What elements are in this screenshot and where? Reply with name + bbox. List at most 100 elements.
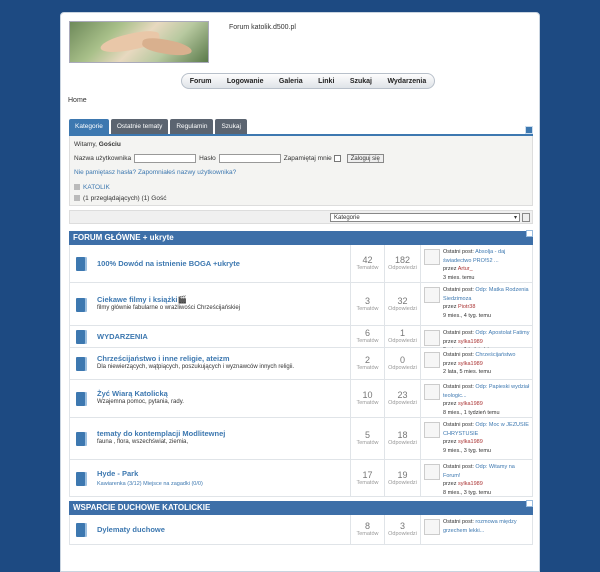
site-title: Forum katolik.d500.pl (229, 24, 296, 31)
avatar[interactable] (424, 330, 440, 346)
avatar[interactable] (424, 519, 440, 535)
last-post-author-line: przez sylka1989 (443, 360, 533, 369)
last-post-user[interactable]: Artur_ (458, 266, 473, 272)
avatar[interactable] (424, 384, 440, 400)
last-post-label: Ostatni post: (443, 287, 476, 293)
posts-count: 3 Odpowiedzi (384, 515, 420, 544)
remember-label: Zapamiętaj mnie (283, 155, 332, 162)
forum-title[interactable]: Żyć Wiarą Katolicką (97, 389, 168, 398)
page: Forum katolik.d500.pl Forum Logowanie Ga… (60, 12, 540, 572)
topics-count: 6 Tematów (350, 326, 384, 347)
category-go-button[interactable] (522, 213, 530, 222)
breadcrumb[interactable]: Home (68, 97, 87, 104)
topics-label: Tematów (356, 305, 379, 312)
avatar[interactable] (424, 464, 440, 480)
posts-label: Odpowiedzi (388, 265, 417, 271)
posts-label: Odpowiedzi (388, 305, 417, 312)
last-post-user[interactable]: sylka1989 (458, 361, 483, 367)
avatar[interactable] (424, 249, 440, 265)
tab-kategorie[interactable]: Kategorie (69, 119, 109, 135)
topics-label: Tematów (356, 440, 379, 446)
remember-checkbox[interactable] (333, 155, 341, 162)
tab-szukaj[interactable]: Szukaj (215, 119, 247, 135)
avatar[interactable] (424, 422, 440, 438)
forum-row: Żyć Wiarą Katolicką Wzajemna pomoc, pytan… (69, 380, 533, 418)
last-post-time: 9 mies., 3 tyg. temu (443, 447, 491, 454)
forum-title[interactable]: Hyde - Park (97, 469, 138, 478)
section-header[interactable]: WSPARCIE DUCHOWE KATOLICKIE (69, 500, 533, 515)
last-post-link[interactable]: Chrześcijaństwo (475, 352, 515, 358)
by-label: przez (443, 401, 458, 407)
tab-bar: Kategorie Ostatnie tematy Regulamin Szuk… (69, 119, 249, 135)
last-post-author-line: przez sylka1989 (443, 400, 533, 409)
last-post-label: Ostatni post: (443, 249, 476, 255)
category-link[interactable]: KATOLIK (74, 184, 110, 191)
last-post-title-line: Ostatni post: Chrześcijaństwo (443, 351, 533, 360)
last-post-user[interactable]: sylka1989 (458, 401, 483, 407)
chevron-down-icon: ▾ (513, 215, 517, 221)
posts-label: Odpowiedzi (388, 479, 417, 486)
last-post-user[interactable]: sylka1989 (458, 339, 483, 345)
posts-label: Odpowiedzi (388, 440, 417, 446)
last-post-link[interactable]: Odp: Apostolat Fatimy (475, 330, 529, 336)
login-panel: Witamy, Gościu Nazwa użytkownika Hasło Z… (69, 136, 533, 206)
username-label: Nazwa użytkownika (74, 155, 132, 162)
by-label: przez (443, 360, 458, 367)
forum-title[interactable]: 100% Dowód na istnienie BOGA +ukryte (97, 259, 240, 268)
category-label: KATOLIK (83, 184, 110, 191)
posts-count: 182 Odpowiedzi (384, 245, 420, 282)
nav-wydarzenia[interactable]: Wydarzenia (387, 78, 426, 85)
last-post: Ostatni post: Odp: Apostolat Fatimy przez… (420, 326, 534, 353)
forum-row: tematy do kontemplacji Modlitewnej fauna … (69, 418, 533, 460)
topics-value: 3 (364, 295, 370, 306)
topics-label: Tematów (356, 531, 379, 537)
avatar[interactable] (424, 287, 440, 303)
section-header[interactable]: FORUM GŁÓWNE + ukryte (69, 230, 533, 245)
login-button[interactable]: Zaloguj się (346, 154, 384, 163)
nav-linki[interactable]: Linki (318, 78, 334, 85)
forum-title[interactable]: tematy do kontemplacji Modlitewnej (97, 429, 225, 438)
forum-description: filmy głównie fabularne o wrażliwości Ch… (97, 304, 241, 311)
nav-forum[interactable]: Forum (190, 78, 212, 85)
welcome-text: Witamy, Gościu (74, 141, 121, 148)
forum-title[interactable]: Ciekawe filmy i książki🎬 (97, 295, 187, 304)
nav-galeria[interactable]: Galeria (279, 78, 303, 85)
category-select-value: Kategorie (334, 215, 360, 221)
topics-value: 2 (364, 355, 370, 365)
users-icon (74, 195, 80, 202)
forum-title[interactable]: WYDARZENIA (97, 332, 148, 341)
password-label: Hasło (199, 155, 216, 162)
last-post-user[interactable]: sylka1989 (458, 481, 483, 487)
header: Forum katolik.d500.pl (61, 13, 539, 73)
tab-regulamin[interactable]: Regulamin (170, 119, 214, 135)
collapse-icon[interactable] (526, 230, 533, 237)
forgot-link[interactable]: Nie pamiętasz hasła? Zapomniałeś nazwy u… (74, 169, 236, 176)
collapse-icon[interactable] (526, 500, 533, 507)
category-select[interactable]: Kategorie ▾ (330, 213, 520, 222)
last-post-label: Ostatni post: (443, 519, 476, 525)
nav-logowanie[interactable]: Logowanie (227, 78, 264, 85)
subforum-links[interactable]: Kawiarenka (3/12) Miejsce na zagadki (0/… (97, 481, 203, 487)
last-post-author-line: przez Artur_ (443, 265, 533, 274)
last-post-user[interactable]: sylka1989 (458, 439, 483, 445)
collapse-icon[interactable] (525, 126, 533, 134)
last-post-time: 8 mies., 1 tydzień temu (443, 409, 500, 416)
nav-szukaj[interactable]: Szukaj (350, 78, 372, 85)
posts-value: 19 (397, 469, 408, 480)
topics-count: 5 Tematów (350, 418, 384, 459)
last-post-user[interactable]: Piotr38 (458, 304, 475, 310)
username-input[interactable] (134, 154, 197, 163)
forum-icon (76, 432, 85, 446)
forum-title[interactable]: Chrześcijaństwo i inne religie, ateizm (97, 354, 230, 363)
tab-ostatnie-tematy[interactable]: Ostatnie tematy (110, 119, 169, 135)
last-post-time: 2 lata, 5 mies. temu (443, 369, 491, 375)
posts-count: 0 Odpowiedzi (384, 348, 420, 379)
posts-count: 18 Odpowiedzi (384, 418, 420, 459)
category-icon (74, 184, 80, 191)
site-logo[interactable] (69, 21, 209, 63)
password-input[interactable] (218, 154, 281, 163)
forum-title[interactable]: Dylematy duchowe (97, 525, 165, 534)
avatar[interactable] (424, 352, 440, 368)
topics-value: 5 (364, 430, 370, 440)
forum-icon (76, 297, 85, 312)
